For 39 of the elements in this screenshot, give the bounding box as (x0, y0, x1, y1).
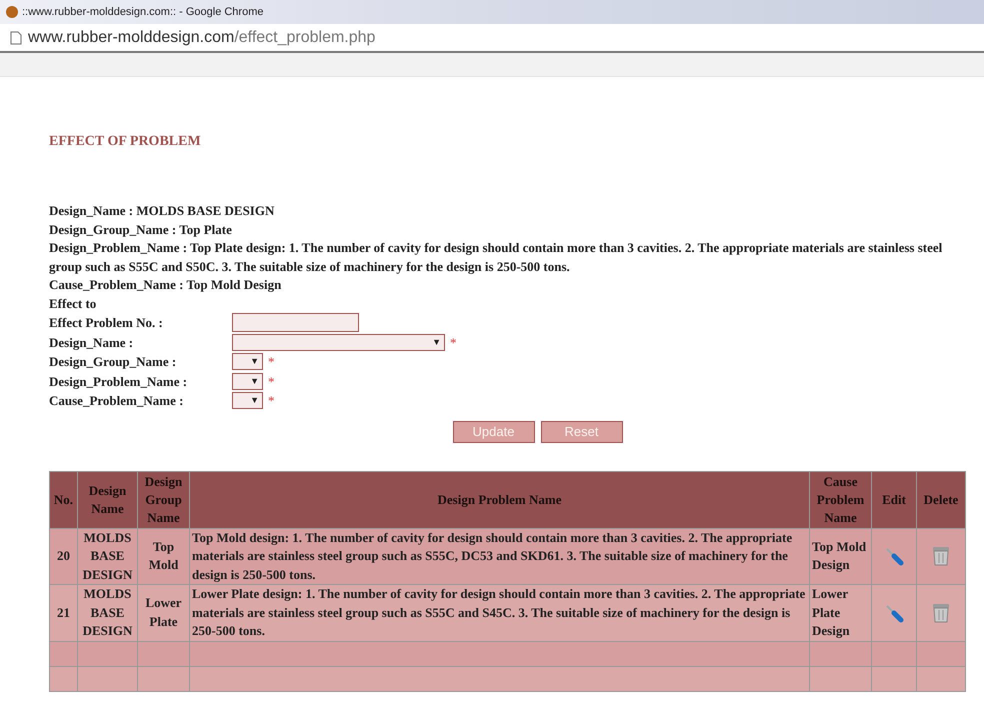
info-line: Design_Group_Name : Top Plate (49, 220, 233, 239)
column-header: Cause Problem Name (810, 471, 872, 528)
table-cell: Lower Plate (138, 584, 190, 641)
field-label: Design_Group_Name : (49, 353, 178, 371)
required-mark: * (268, 372, 274, 390)
column-header: Edit (872, 471, 916, 528)
site-icon (6, 6, 18, 18)
table-cell: Lower Plate design: 1. The number of cavity for design should contain more than 3 cavities. 2. The appropriate materials are stainless steel group such as S55C and S45C. 3. The suitable size of machinery for the design is 250-500 tons. (190, 584, 810, 641)
page-heading: EFFECT OF PROBLEM (49, 133, 202, 151)
field-label: Effect Problem No. : (49, 314, 164, 332)
table-cell: 21 (50, 584, 78, 641)
column-header: Design Problem Name (190, 471, 810, 528)
column-header: No. (50, 471, 78, 528)
required-mark: * (450, 334, 456, 352)
info-line: Design_Problem_Name : Top Plate design: 1. The number of cavity for design should contain more than 3 cavities. 2. The appropriate materials are stainless steel group such as S55C and S50C. 3. The suitable size of machinery for the design is 250-500 tons. (49, 239, 944, 276)
column-header: Delete (916, 471, 966, 528)
dropdown[interactable]: ▼ (232, 334, 445, 351)
table-cell: MOLDS BASE DESIGN (78, 584, 138, 641)
info-line: Effect to (49, 294, 98, 312)
column-header: Design Name (78, 471, 138, 528)
dropdown[interactable]: ▼ (232, 392, 263, 410)
field-label: Design_Name : (49, 334, 134, 352)
dropdown[interactable]: ▼ (232, 353, 263, 370)
required-mark: * (268, 392, 274, 410)
input-field[interactable] (232, 313, 359, 332)
info-line: Cause_Problem_Name : Top Mold Design (49, 276, 282, 294)
column-header: Design Group Name (138, 471, 190, 528)
table-cell: 20 (50, 528, 78, 584)
trash-can-icon (931, 602, 951, 624)
url-text: www.rubber-molddesign.com/effect_problem.php (28, 28, 376, 48)
page-icon (10, 30, 22, 44)
table-cell: Lower Plate Design (810, 584, 872, 641)
window-title: ::www.rubber-molddesign.com:: - Google Chrome (22, 4, 264, 20)
required-mark: * (268, 353, 274, 371)
field-label: Cause_Problem_Name : (49, 392, 184, 410)
field-label: Design_Problem_Name : (49, 372, 188, 391)
dropdown[interactable]: ▼ (232, 372, 263, 390)
trash-can-icon (931, 545, 951, 568)
info-line: Design_Name : MOLDS BASE DESIGN (49, 202, 276, 220)
